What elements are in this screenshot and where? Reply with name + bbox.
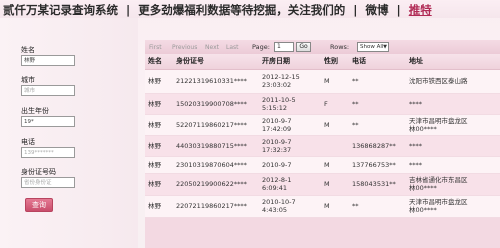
twitter-link[interactable]: 推特: [409, 3, 432, 17]
cell-checkin-date: 2010-9-7 17:32:37: [259, 135, 321, 157]
cell-phone: **: [349, 69, 406, 94]
cell-id-number: 21221319610331****: [173, 69, 259, 94]
col-header-id-number[interactable]: 身份证号: [173, 54, 259, 70]
cell-address: 吉林省通化市东昌区 林00****: [406, 173, 500, 196]
table-row[interactable]: 林野 15020319900708**** 2011-10-5 5:15:12 F **…: [145, 93, 500, 115]
results-panel: First Previous Next Last Page: 1 Go Rows…: [145, 40, 500, 248]
birth-year-input[interactable]: 19*: [21, 116, 75, 127]
col-header-address[interactable]: 地址: [406, 54, 500, 70]
col-header-checkin-date[interactable]: 开房日期: [259, 54, 321, 70]
cell-gender: M: [321, 195, 349, 218]
cell-address: ****: [406, 93, 500, 115]
pager-last[interactable]: Last: [226, 44, 239, 51]
phone-label: 电话: [21, 138, 35, 146]
cell-address: 天津市昌明市盘龙区 林00****: [406, 195, 500, 218]
app-title: 贰仟万某记录查询系统: [3, 3, 118, 17]
cell-name: 林野: [145, 156, 173, 174]
pager-bar: First Previous Next Last Page: 1 Go Rows…: [145, 40, 500, 54]
id-number-label: 身份证号码: [21, 168, 56, 176]
cell-checkin-date: 2010-10-7 4:43:05: [259, 195, 321, 218]
cell-address: 天津市昌明市盘龙区 林00****: [406, 114, 500, 136]
pager-previous[interactable]: Previous: [172, 44, 197, 51]
cell-address: ****: [406, 135, 500, 157]
rows-select-value: Show All: [360, 44, 384, 50]
table-row[interactable]: 林野 22072119860217**** 2010-10-7 4:43:05 M **…: [145, 195, 500, 218]
table-header-row: 姓名 身份证号 开房日期 性别 电话 地址: [145, 54, 500, 70]
table-row[interactable]: 林野 21221319610331**** 2012-12-15 23:03:02 M…: [145, 69, 500, 94]
chevron-down-icon: ▼: [383, 44, 387, 50]
cell-id-number: 22050219900622****: [173, 173, 259, 196]
cell-checkin-date: 2010-9-7 17:42:09: [259, 114, 321, 136]
name-input[interactable]: 林野: [21, 55, 75, 66]
id-number-input[interactable]: 省份身份证: [21, 177, 75, 188]
rows-label: Rows:: [330, 43, 350, 51]
cell-phone: **: [349, 114, 406, 136]
cell-checkin-date: 2010-9-7: [259, 156, 321, 174]
query-button[interactable]: 查询: [25, 198, 53, 212]
cell-gender: M: [321, 173, 349, 196]
cell-address: 沈阳市铁西区泰山路: [406, 69, 500, 94]
cell-name: 林野: [145, 195, 173, 218]
rows-select[interactable]: Show All ▼: [357, 42, 389, 52]
col-header-name[interactable]: 姓名: [145, 54, 173, 70]
header-separator-3: |: [396, 3, 401, 17]
city-label: 城市: [21, 76, 35, 84]
col-header-gender[interactable]: 性别: [321, 54, 349, 70]
cell-phone: **: [349, 195, 406, 218]
table-row[interactable]: 林野 52207119860217**** 2010-9-7 17:42:09 M **…: [145, 114, 500, 136]
cell-name: 林野: [145, 114, 173, 136]
phone-input[interactable]: 139*******: [21, 147, 75, 158]
cell-phone: 136868287**: [349, 135, 406, 157]
cell-gender: M: [321, 69, 349, 94]
name-label: 姓名: [21, 46, 35, 54]
pager-next[interactable]: Next: [205, 44, 219, 51]
results-table: 姓名 身份证号 开房日期 性别 电话 地址 林野 21221319610331**…: [145, 54, 500, 218]
cell-id-number: 15020319900708****: [173, 93, 259, 115]
header-separator-2: |: [353, 3, 358, 17]
table-row[interactable]: 林野 44030319880715**** 2010-9-7 17:32:37 136…: [145, 135, 500, 157]
pager-first[interactable]: First: [149, 44, 162, 51]
cell-address: ****: [406, 156, 500, 174]
page-label: Page:: [252, 43, 270, 51]
table-row[interactable]: 林野 23010319870604**** 2010-9-7 M 137766753**…: [145, 156, 500, 174]
header-separator: |: [126, 3, 131, 17]
cell-id-number: 23010319870604****: [173, 156, 259, 174]
col-header-phone[interactable]: 电话: [349, 54, 406, 70]
city-input[interactable]: 城市: [21, 85, 75, 96]
go-button[interactable]: Go: [296, 42, 311, 52]
cell-gender: M: [321, 156, 349, 174]
header-bar: 贰仟万某记录查询系统 | 更多劲爆福利数据等待挖掘，关注我们的 | 微博 | 推…: [0, 0, 500, 18]
cell-gender: [321, 135, 349, 157]
birth-year-label: 出生年份: [21, 107, 49, 115]
cell-gender: M: [321, 114, 349, 136]
cell-phone: 158043531**: [349, 173, 406, 196]
header-tagline: 更多劲爆福利数据等待挖掘，关注我们的: [138, 3, 346, 17]
cell-id-number: 44030319880715****: [173, 135, 259, 157]
cell-id-number: 52207119860217****: [173, 114, 259, 136]
weibo-link[interactable]: 微博: [365, 3, 388, 17]
cell-id-number: 22072119860217****: [173, 195, 259, 218]
cell-gender: F: [321, 93, 349, 115]
cell-name: 林野: [145, 173, 173, 196]
cell-name: 林野: [145, 69, 173, 94]
cell-name: 林野: [145, 135, 173, 157]
cell-name: 林野: [145, 93, 173, 115]
cell-checkin-date: 2012-8-1 6:09:41: [259, 173, 321, 196]
cell-checkin-date: 2012-12-15 23:03:02: [259, 69, 321, 94]
table-row[interactable]: 林野 22050219900622**** 2012-8-1 6:09:41 M 158…: [145, 173, 500, 196]
cell-phone: 137766753**: [349, 156, 406, 174]
cell-phone: **: [349, 93, 406, 115]
page-number-input[interactable]: 1: [274, 42, 294, 52]
cell-checkin-date: 2011-10-5 5:15:12: [259, 93, 321, 115]
